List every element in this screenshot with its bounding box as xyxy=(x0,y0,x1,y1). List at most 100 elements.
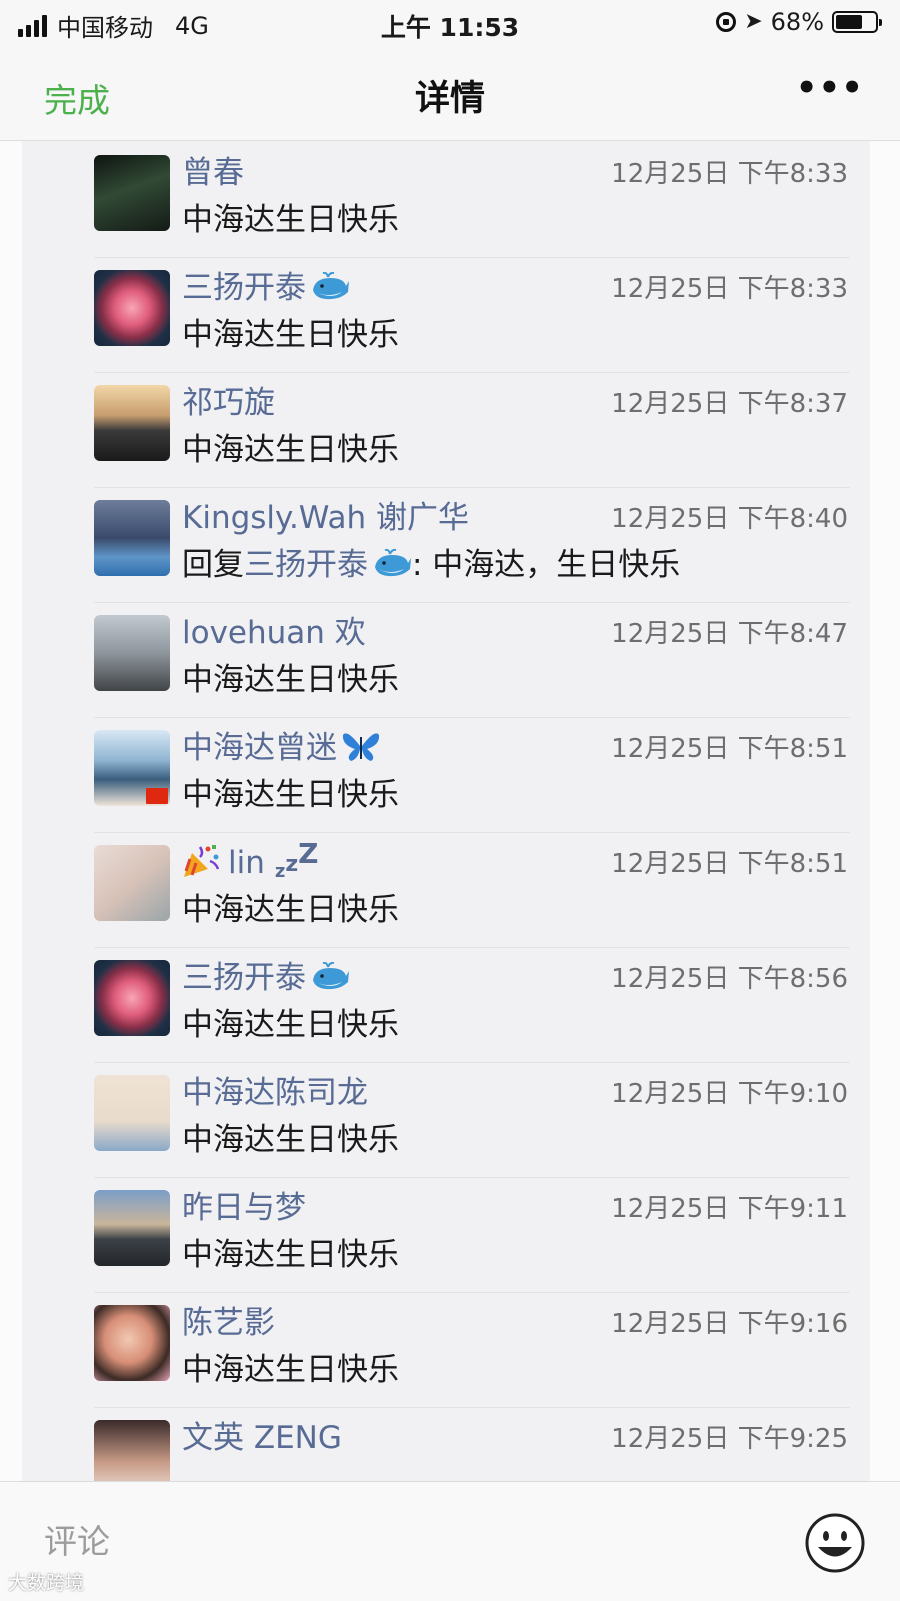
emoji-button[interactable] xyxy=(804,1512,866,1574)
comment-body: 中海达生日快乐 xyxy=(182,777,399,813)
commenter-name-text: lovehuan 欢 xyxy=(182,615,366,651)
commenter-name[interactable]: Kingsly.Wah 谢广华 xyxy=(182,492,469,537)
avatar[interactable] xyxy=(94,155,170,231)
comment-row[interactable]: lin zzZ 12月25日 下午8:51 中海达生日快乐 xyxy=(22,831,870,948)
avatar[interactable] xyxy=(94,270,170,346)
commenter-name[interactable]: 三扬开泰 xyxy=(182,952,350,997)
battery-percent: 68% xyxy=(770,8,824,36)
status-right: ➤ 68% xyxy=(716,8,882,36)
commenter-name-text: 陈艺影 xyxy=(182,1305,275,1341)
comment-time: 12月25日 下午9:25 xyxy=(611,1424,848,1454)
comment-body: 中海达生日快乐 xyxy=(182,892,399,928)
navigation-bar: 完成 详情 ••• xyxy=(0,48,900,141)
comment-time: 12月25日 下午9:16 xyxy=(611,1309,848,1339)
comment-body: 中海达生日快乐 xyxy=(182,1352,399,1388)
battery-icon xyxy=(832,11,882,33)
party-popper-icon xyxy=(182,845,228,881)
comment-time: 12月25日 下午8:40 xyxy=(611,504,848,534)
commenter-name-text: 中海达陈司龙 xyxy=(182,1075,368,1111)
comment-time: 12月25日 下午8:56 xyxy=(611,964,848,994)
comment-input[interactable] xyxy=(0,1482,770,1601)
done-button[interactable]: 完成 xyxy=(44,74,110,122)
commenter-name[interactable]: 中海达陈司龙 xyxy=(182,1067,368,1112)
comment-text: 中海达生日快乐 xyxy=(182,1114,399,1159)
commenter-name[interactable]: 曾春 xyxy=(182,147,244,192)
avatar[interactable] xyxy=(94,500,170,576)
comment-text: 中海达生日快乐 xyxy=(182,194,399,239)
watermark: 大数跨境 xyxy=(8,1572,85,1594)
comment-text: 中海达生日快乐 xyxy=(182,769,399,814)
comment-time: 12月25日 下午8:47 xyxy=(611,619,848,649)
avatar[interactable] xyxy=(94,845,170,921)
comment-body: 中海达生日快乐 xyxy=(182,662,399,698)
avatar[interactable] xyxy=(94,615,170,691)
avatar[interactable] xyxy=(94,1420,170,1481)
comment-row[interactable]: 中海达陈司龙 12月25日 下午9:10 中海达生日快乐 xyxy=(22,1061,870,1178)
avatar[interactable] xyxy=(94,1305,170,1381)
comment-row[interactable]: 祁巧旋 12月25日 下午8:37 中海达生日快乐 xyxy=(22,371,870,488)
comment-text: 中海达生日快乐 xyxy=(182,1229,399,1274)
comment-body: 中海达生日快乐 xyxy=(182,202,399,238)
comment-row[interactable]: 昨日与梦 12月25日 下午9:11 中海达生日快乐 xyxy=(22,1176,870,1293)
whale-icon xyxy=(306,270,350,306)
comment-row[interactable]: 中海达曾迷 12月25日 下午8:51 中海达生日快乐 xyxy=(22,716,870,833)
comment-row[interactable]: lovehuan 欢 12月25日 下午8:47 中海达生日快乐 xyxy=(22,601,870,718)
avatar[interactable] xyxy=(94,960,170,1036)
comment-body: 中海达生日快乐 xyxy=(182,1122,399,1158)
comment-row[interactable]: 三扬开泰 12月25日 下午8:56 中海达生日快乐 xyxy=(22,946,870,1063)
commenter-name-text: 三扬开泰 xyxy=(182,960,306,996)
avatar[interactable] xyxy=(94,385,170,461)
comment-row[interactable]: Kingsly.Wah 谢广华 12月25日 下午8:40 回复三扬开泰 : 中海达，… xyxy=(22,486,870,603)
comment-time: 12月25日 下午8:51 xyxy=(611,734,848,764)
commenter-name-text: lin xyxy=(228,845,265,881)
reply-prefix: 回复 xyxy=(182,547,244,583)
comment-text: 回复三扬开泰 : 中海达，生日快乐 xyxy=(182,539,680,584)
comment-time: 12月25日 下午9:10 xyxy=(611,1079,848,1109)
comment-bar: 大数跨境 xyxy=(0,1481,900,1601)
location-arrow-icon: ➤ xyxy=(744,9,763,34)
commenter-name-text: 曾春 xyxy=(182,155,244,191)
comment-body: 中海达生日快乐 xyxy=(182,1237,399,1273)
commenter-name-text: 祁巧旋 xyxy=(182,385,275,421)
comment-text: 中海达生日快乐 xyxy=(182,1344,399,1389)
battery-fill xyxy=(836,15,862,29)
commenter-name-text: 中海达曾迷 xyxy=(182,730,337,766)
comment-body: 中海达生日快乐 xyxy=(182,1007,399,1043)
commenter-name[interactable]: 中海达曾迷 xyxy=(182,722,381,767)
comment-body: : 中海达，生日快乐 xyxy=(412,547,681,583)
comment-row[interactable]: 文英 ZENG 12月25日 下午9:25 xyxy=(22,1406,870,1481)
comment-text: 中海达生日快乐 xyxy=(182,999,399,1044)
comment-row[interactable]: 三扬开泰 12月25日 下午8:33 中海达生日快乐 xyxy=(22,256,870,373)
reply-to-name[interactable]: 三扬开泰 xyxy=(244,547,368,583)
comment-time: 12月25日 下午8:37 xyxy=(611,389,848,419)
comment-text: 中海达生日快乐 xyxy=(182,424,399,469)
comment-text: 中海达生日快乐 xyxy=(182,884,399,929)
avatar[interactable] xyxy=(94,730,170,806)
commenter-name[interactable]: lovehuan 欢 xyxy=(182,607,366,652)
comment-row[interactable]: 陈艺影 12月25日 下午9:16 中海达生日快乐 xyxy=(22,1291,870,1408)
commenter-name[interactable]: 文英 ZENG xyxy=(182,1412,342,1457)
whale-icon xyxy=(368,547,412,583)
commenter-name[interactable]: 三扬开泰 xyxy=(182,262,350,307)
avatar[interactable] xyxy=(94,1190,170,1266)
commenter-name[interactable]: 昨日与梦 xyxy=(182,1182,306,1227)
butterfly-icon xyxy=(337,730,381,766)
smiley-icon xyxy=(805,1513,865,1573)
comment-body: 中海达生日快乐 xyxy=(182,317,399,353)
commenter-name[interactable]: lin zzZ xyxy=(182,837,318,882)
commenter-name-text: 三扬开泰 xyxy=(182,270,306,306)
commenter-name-text: Kingsly.Wah 谢广华 xyxy=(182,500,469,536)
whale-icon xyxy=(306,960,350,996)
comment-list: 曾春 12月25日 下午8:33 中海达生日快乐 三扬开泰 12月25日 下午8:33 中… xyxy=(22,141,870,1481)
commenter-name[interactable]: 陈艺影 xyxy=(182,1297,275,1342)
avatar[interactable] xyxy=(94,1075,170,1151)
status-bar: 中国移动 4G 上午 11:53 ➤ 68% xyxy=(0,0,900,48)
comment-row[interactable]: 曾春 12月25日 下午8:33 中海达生日快乐 xyxy=(22,141,870,258)
commenter-name-text: 文英 ZENG xyxy=(182,1420,342,1456)
more-options-button[interactable]: ••• xyxy=(796,68,864,108)
china-flag-icon xyxy=(146,788,168,804)
commenter-name[interactable]: 祁巧旋 xyxy=(182,377,275,422)
rotation-lock-icon xyxy=(716,12,737,32)
comment-time: 12月25日 下午9:11 xyxy=(611,1194,848,1224)
page-title: 详情 xyxy=(414,79,485,119)
